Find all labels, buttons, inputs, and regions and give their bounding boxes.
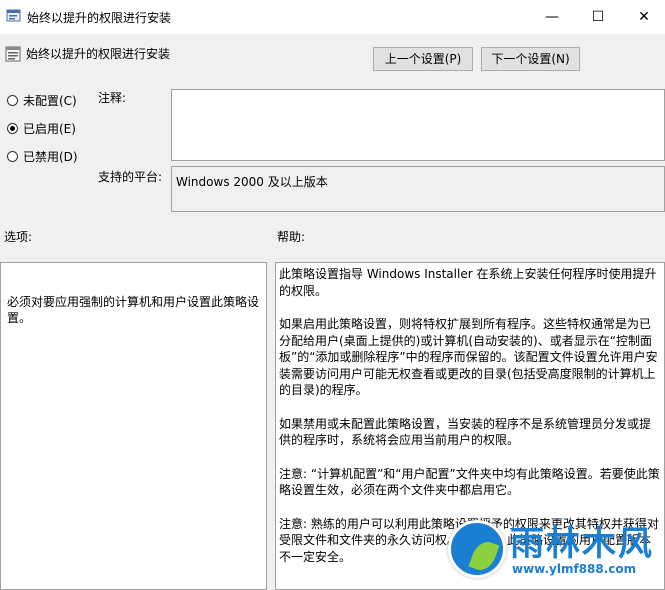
radio-not-configured[interactable]: 未配置(C) xyxy=(7,91,77,109)
supported-platform-field: Windows 2000 及以上版本 xyxy=(171,166,665,212)
radio-button[interactable] xyxy=(7,94,18,106)
help-paragraph: 此策略设置指导 Windows Installer 在系统上安装任何程序时使用提… xyxy=(279,267,657,298)
close-button[interactable]: ✕ xyxy=(621,0,665,34)
help-paragraph: 注意: “计算机配置”和“用户配置”文件夹中均有此策略设置。若要使此策略设置生效… xyxy=(279,466,660,498)
comment-textarea[interactable] xyxy=(171,89,665,161)
watermark-url: www.ylmf888.com xyxy=(512,562,637,576)
policy-window-icon xyxy=(6,9,21,22)
next-setting-button[interactable]: 下一个设置(N) xyxy=(481,47,580,71)
watermark-brand: 雨林木风 xyxy=(510,524,654,564)
previous-setting-button[interactable]: 上一个设置(P) xyxy=(373,47,473,71)
radio-label: 已启用(E) xyxy=(23,121,76,136)
help-label: 帮助: xyxy=(277,230,306,244)
watermark-emblem-icon xyxy=(448,520,506,578)
comment-label: 注释: xyxy=(98,91,127,105)
watermark-logo: 雨林木风 www.ylmf888.com xyxy=(440,510,665,590)
radio-button[interactable] xyxy=(7,122,18,134)
radio-label: 已禁用(D) xyxy=(23,149,78,164)
window-title: 始终以提升的权限进行安装 xyxy=(27,11,172,25)
title-bar: 始终以提升的权限进行安装 — ☐ ✕ xyxy=(0,0,665,34)
policy-name: 始终以提升的权限进行安装 xyxy=(26,47,171,61)
help-paragraph: 如果禁用或未配置此策略设置，当安装的程序不是系统管理员分发或提供的程序时，系统将… xyxy=(279,416,652,448)
policy-setting-icon xyxy=(5,46,21,62)
radio-button[interactable] xyxy=(7,150,18,162)
options-label: 选项: xyxy=(4,230,33,244)
help-paragraph: 如果启用此策略设置，则将特权扩展到所有程序。这些特权通常是为已分配给用户(桌面上… xyxy=(279,317,658,397)
radio-label: 未配置(C) xyxy=(23,93,77,108)
radio-enabled[interactable]: 已启用(E) xyxy=(7,119,76,137)
options-panel: 必须对要应用强制的计算机和用户设置此策略设置。 xyxy=(0,262,267,590)
maximize-button[interactable]: ☐ xyxy=(575,0,621,34)
leaf-icon xyxy=(468,538,500,574)
supported-platform-label: 支持的平台: xyxy=(98,170,163,184)
minimize-button[interactable]: — xyxy=(529,0,575,34)
options-text: 必须对要应用强制的计算机和用户设置此策略设置。 xyxy=(7,295,260,325)
radio-disabled[interactable]: 已禁用(D) xyxy=(7,147,78,165)
